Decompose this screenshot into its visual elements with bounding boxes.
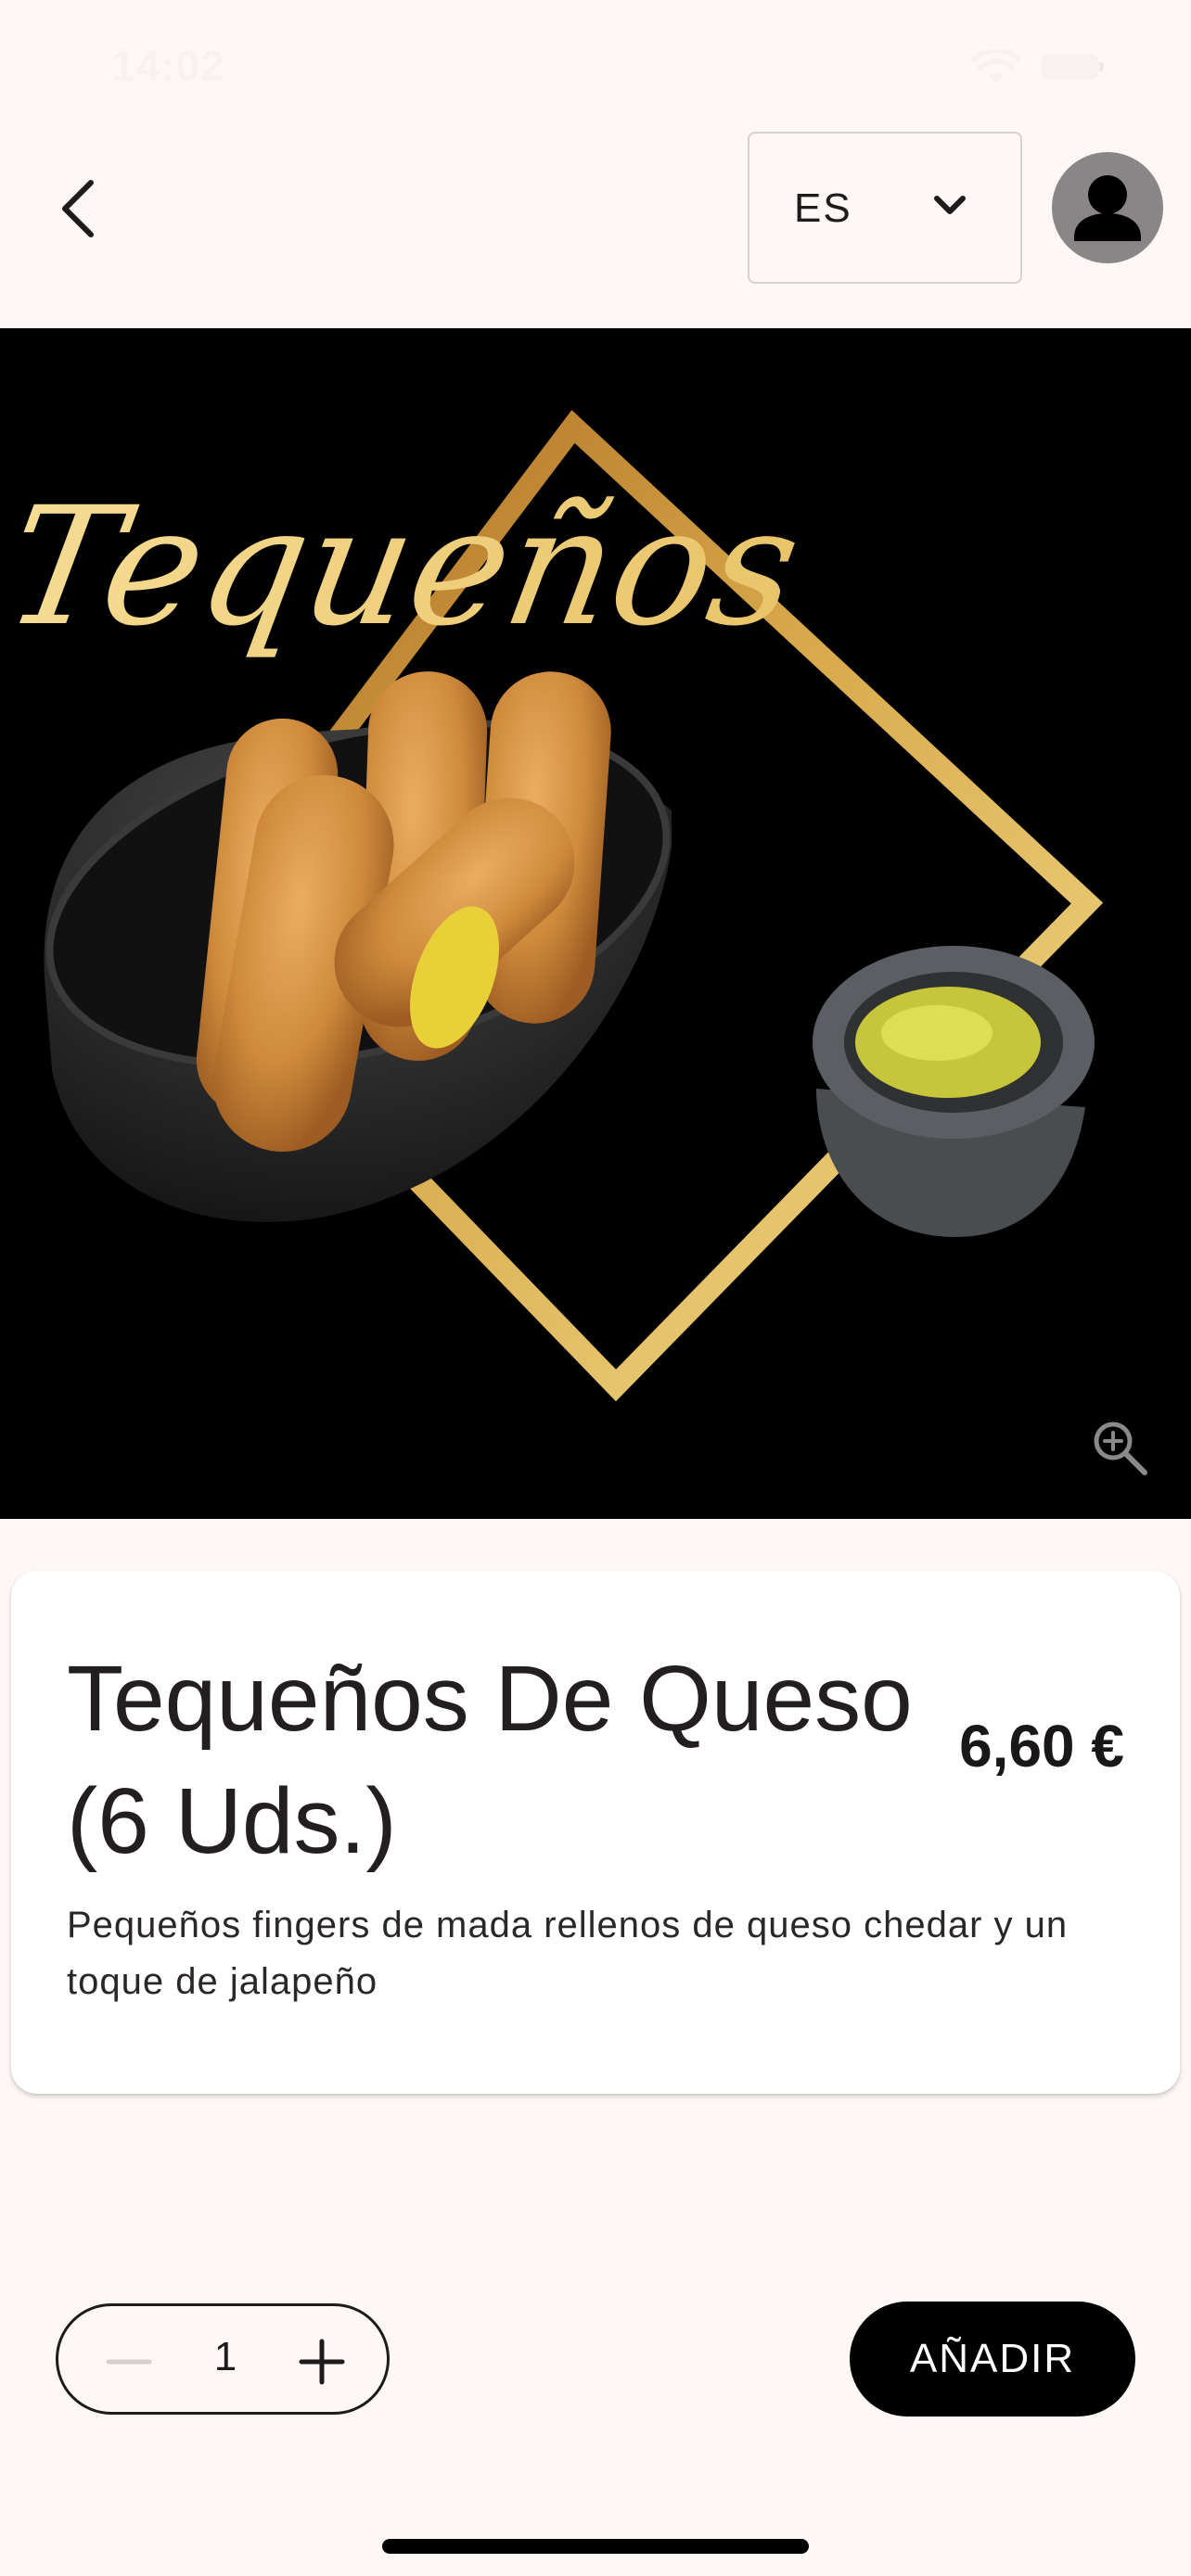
product-price: 6,60 €: [959, 1713, 1124, 1779]
chevron-down-icon: [934, 196, 966, 214]
battery-icon: [1041, 54, 1104, 80]
avatar[interactable]: [1052, 152, 1163, 263]
minus-icon: [106, 2359, 152, 2365]
zoom-button[interactable]: [1089, 1417, 1152, 1480]
status-bar: 14:02: [0, 0, 1191, 130]
zoom-in-icon: [1094, 1422, 1147, 1475]
status-time: 14:02: [111, 42, 225, 90]
plus-icon: [299, 2339, 345, 2385]
product-description: Pequeños fingers de mada rellenos de que…: [67, 1905, 1069, 2002]
person-icon: [1074, 175, 1141, 241]
quantity-stepper: 1: [56, 2303, 390, 2415]
decrement-button[interactable]: [96, 2328, 162, 2395]
product-title: Tequeños De Queso (6 Uds.): [67, 1647, 913, 1873]
product-photo: Tequeños: [0, 410, 1104, 1402]
quantity-value: 1: [213, 2334, 237, 2379]
product-image: Tequeños: [0, 328, 1191, 1519]
add-to-cart-button[interactable]: AÑADIR: [850, 2302, 1135, 2417]
hero-script-title: Tequeños: [0, 471, 813, 661]
product-card: Tequeños De Queso (6 Uds.) 6,60 € Pequeñ…: [11, 1571, 1180, 2094]
increment-button[interactable]: [288, 2328, 355, 2395]
language-select[interactable]: ES: [748, 132, 1022, 284]
home-indicator: [382, 2539, 809, 2554]
chevron-left-icon: [62, 180, 94, 237]
wifi-icon: [972, 50, 1020, 83]
back-button[interactable]: [41, 158, 115, 260]
language-value: ES: [794, 185, 852, 231]
